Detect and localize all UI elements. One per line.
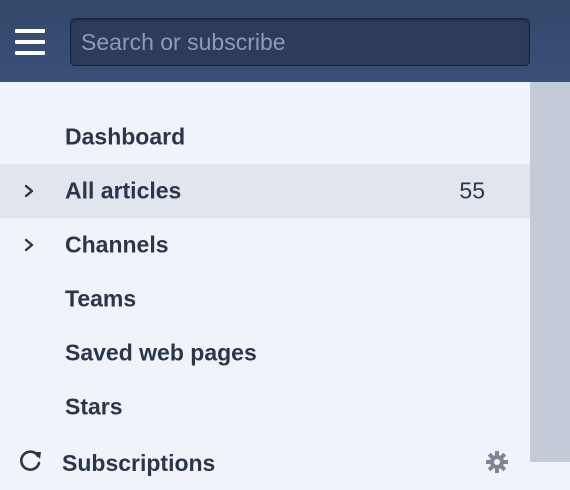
- sidebar-item-all-articles[interactable]: All articles 55: [0, 164, 530, 218]
- menu-line: [15, 40, 45, 44]
- sidebar-item-label: All articles: [65, 177, 182, 204]
- right-sidebar-strip: [530, 82, 570, 462]
- top-bar: [0, 0, 570, 82]
- sidebar-item-saved-web-pages[interactable]: Saved web pages: [0, 326, 530, 380]
- unread-count-badge: 55: [459, 177, 485, 204]
- sidebar-item-channels[interactable]: Channels: [0, 218, 530, 272]
- sidebar-item-label: Channels: [65, 231, 169, 258]
- gear-icon[interactable]: [485, 450, 509, 474]
- sidebar-nav: Dashboard All articles 55 Channels Teams…: [0, 110, 530, 434]
- sidebar-item-label: Subscriptions: [62, 450, 216, 476]
- refresh-icon[interactable]: [16, 446, 44, 474]
- sidebar-item-label: Stars: [65, 393, 123, 420]
- sidebar-item-subscriptions[interactable]: Subscriptions: [0, 436, 530, 490]
- menu-line: [15, 51, 45, 55]
- hamburger-menu-icon[interactable]: [15, 29, 45, 56]
- menu-line: [15, 29, 45, 33]
- sidebar-item-dashboard[interactable]: Dashboard: [0, 110, 530, 164]
- sidebar-item-label: Saved web pages: [65, 339, 257, 366]
- sidebar-item-stars[interactable]: Stars: [0, 380, 530, 434]
- search-input[interactable]: [70, 18, 530, 66]
- sidebar-item-label: Dashboard: [65, 123, 186, 150]
- sidebar-item-label: Teams: [65, 285, 137, 312]
- sidebar-item-teams[interactable]: Teams: [0, 272, 530, 326]
- chevron-right-icon[interactable]: [22, 237, 36, 253]
- chevron-right-icon[interactable]: [22, 183, 36, 199]
